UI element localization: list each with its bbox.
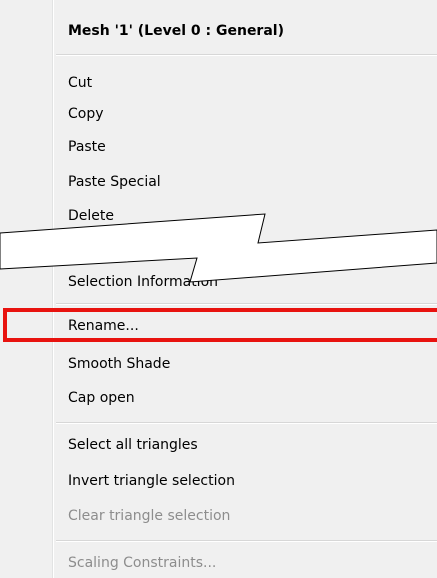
highlight-outline <box>3 308 437 342</box>
menu-separator <box>56 422 437 424</box>
menu-separator <box>56 540 437 542</box>
menu-separator <box>56 303 437 305</box>
menu-item-clear-triangle-selection: Clear triangle selection <box>68 508 231 524</box>
context-menu: Mesh '1' (Level 0 : General) Cut Copy Pa… <box>0 0 437 578</box>
menu-item-scaling-constraints: Scaling Constraints... <box>68 555 217 571</box>
menu-item-invert-triangle-selection[interactable]: Invert triangle selection <box>68 472 235 490</box>
menu-item-copy[interactable]: Copy <box>68 105 104 123</box>
menu-item-cut[interactable]: Cut <box>68 74 92 92</box>
menu-item-smooth-shade[interactable]: Smooth Shade <box>68 355 170 373</box>
menu-item-paste[interactable]: Paste <box>68 138 106 156</box>
menu-item-paste-special[interactable]: Paste Special <box>68 173 161 191</box>
menu-item-select-all-triangles[interactable]: Select all triangles <box>68 436 198 454</box>
torn-break-overlay <box>0 213 437 283</box>
menu-item-cap-open[interactable]: Cap open <box>68 389 135 407</box>
menu-separator <box>56 54 437 56</box>
menu-header-title: Mesh '1' (Level 0 : General) <box>68 23 284 39</box>
